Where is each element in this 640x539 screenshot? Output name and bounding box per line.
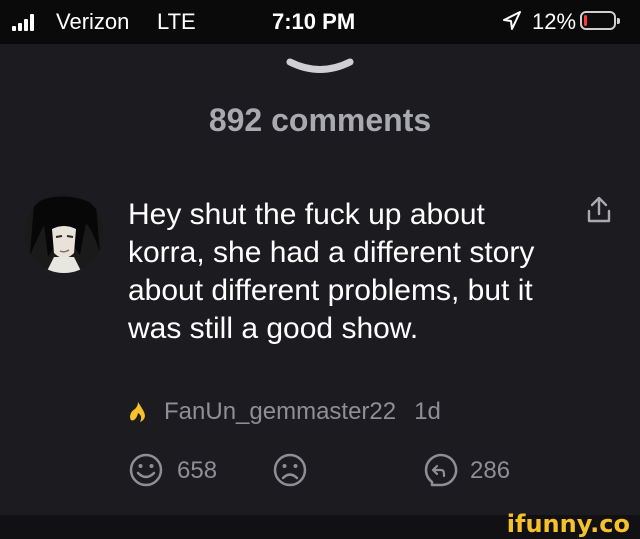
signal-strength-icon (12, 13, 34, 31)
frown-icon[interactable] (272, 452, 308, 488)
comment-count: 892 comments (208, 102, 432, 138)
comment-actions: 658 286 (0, 452, 640, 492)
network-type: LTE (157, 9, 196, 34)
comment-text: Hey shut the fuck up about korra, she ha… (128, 198, 535, 345)
comment-age: 1d (414, 398, 441, 425)
comment-meta: FanUn_gemmaster22 1d (128, 398, 441, 426)
status-bar: Verizon LTE 7:10 PM 12% (0, 0, 640, 44)
carrier-name: Verizon (56, 9, 130, 34)
chevron-down-icon[interactable] (286, 57, 354, 79)
smile-icon[interactable] (128, 452, 164, 488)
clock: 7:10 PM (272, 9, 356, 34)
reply-icon[interactable] (420, 452, 458, 490)
reply-count: 286 (470, 457, 511, 484)
flame-icon (130, 402, 145, 422)
battery-level (584, 15, 587, 26)
username[interactable]: FanUn_gemmaster22 (164, 398, 396, 426)
like-count: 658 (177, 457, 218, 484)
battery-icon (580, 11, 620, 30)
share-icon[interactable] (586, 196, 612, 224)
user-avatar[interactable] (24, 193, 104, 273)
battery-percent: 12% (532, 9, 577, 34)
ifunny-watermark: ifunny.co (506, 510, 630, 538)
location-arrow-icon (503, 11, 521, 30)
